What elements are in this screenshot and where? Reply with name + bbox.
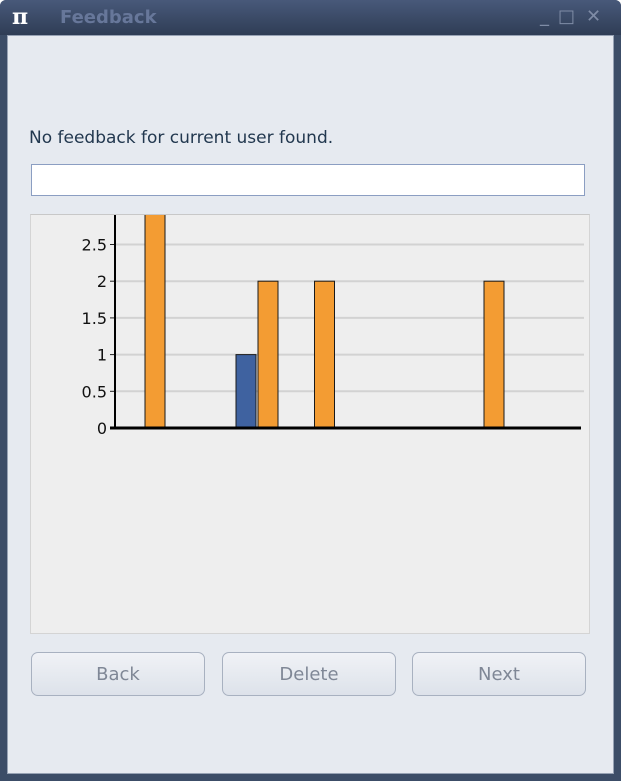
button-row: Back Delete Next xyxy=(31,652,586,696)
y-tick-label: 0 xyxy=(97,419,107,438)
pi-app-icon: π xyxy=(12,4,29,30)
bar xyxy=(144,215,166,429)
y-tick-label: 1.5 xyxy=(82,309,107,328)
bar xyxy=(257,280,279,429)
close-button[interactable]: ✕ xyxy=(586,7,608,27)
bar xyxy=(314,280,335,429)
next-button[interactable]: Next xyxy=(412,652,586,696)
minimize-button[interactable]: _ xyxy=(540,7,556,27)
feedback-chart-panel: 00.511.522.533.544.55 xyxy=(30,214,590,634)
maximize-button[interactable]: □ xyxy=(558,7,578,27)
bar xyxy=(483,280,505,429)
y-tick-label: 2.5 xyxy=(82,236,107,255)
title-bar[interactable]: π Feedback _ □ ✕ xyxy=(0,0,621,35)
y-tick-label: 3 xyxy=(97,215,107,218)
back-button[interactable]: Back xyxy=(31,652,205,696)
feedback-window: π Feedback _ □ ✕ No feedback for current… xyxy=(0,0,621,781)
y-tick-label: 2 xyxy=(97,272,107,291)
feedback-text-field[interactable] xyxy=(31,164,585,196)
delete-button[interactable]: Delete xyxy=(222,652,396,696)
y-tick-label: 1 xyxy=(97,346,107,365)
y-tick-label: 0.5 xyxy=(82,382,107,401)
window-title: Feedback xyxy=(60,7,157,28)
feedback-bar-chart: 00.511.522.533.544.55 xyxy=(82,215,584,438)
bar xyxy=(235,354,257,429)
feedback-status-message: No feedback for current user found. xyxy=(29,128,334,148)
